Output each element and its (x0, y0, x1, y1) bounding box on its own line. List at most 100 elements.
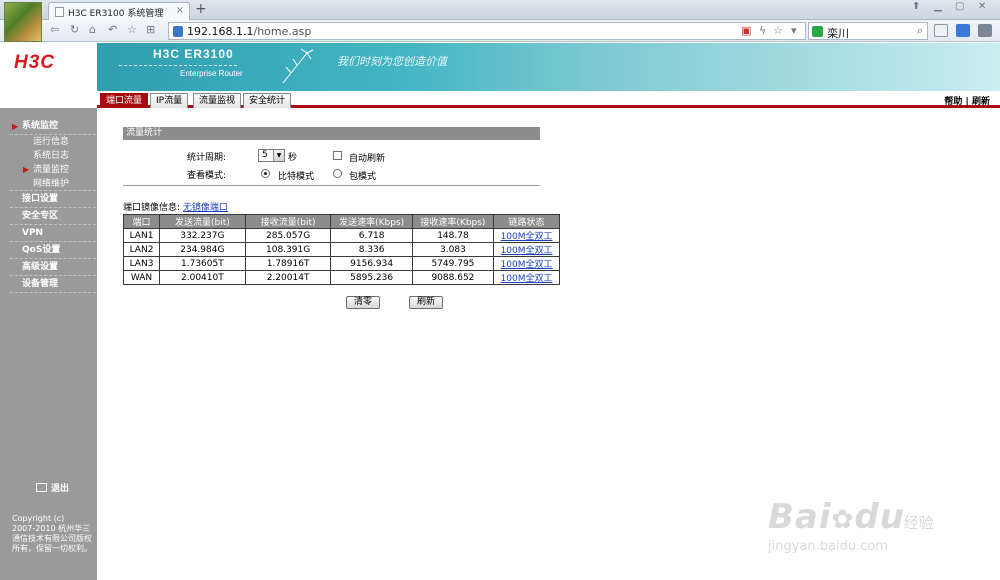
sidebar-item-system-monitor[interactable]: ▶ 系统监控 (10, 118, 96, 135)
tab-ip-traffic[interactable]: IP流量 (150, 93, 189, 108)
refresh-button[interactable]: 刷新 (409, 296, 443, 309)
cell-tx-rate: 8.336 (330, 242, 413, 257)
sidebar-item-interface-settings[interactable]: 接口设置 (10, 191, 96, 208)
sidebar-item-label: 设备管理 (22, 279, 59, 289)
browser-tab[interactable]: H3C ER3100 系统管理 × (48, 2, 190, 20)
product-model: H3C ER3100 (153, 47, 234, 61)
browser-avatar[interactable] (4, 2, 42, 42)
table-row: LAN2 234.984G 108.391G 8.336 3.083 100M全… (123, 242, 560, 257)
tab-traffic-monitor[interactable]: 流量监视 (193, 93, 242, 108)
link-status-link[interactable]: 100M全双工 (501, 274, 553, 284)
traffic-table: 端口 发送流量(bit) 接收流量(bit) 发送速率(Kbps) 接收速率(K… (123, 214, 560, 285)
sidebar: ▶ 系统监控 运行信息 系统日志 ▶ 流量监控 网络维护 接口设置 安全专区 V… (0, 108, 97, 580)
back-icon[interactable]: ⇦ (50, 23, 59, 36)
sidebar-item-label: QoS设置 (22, 245, 61, 255)
url-path: /home.asp (253, 25, 312, 38)
page-mode-icon[interactable]: ▣ (741, 24, 751, 37)
sidebar-subitem-label: 运行信息 (33, 137, 70, 147)
sidebar-subitem-system-log[interactable]: 系统日志 (10, 149, 96, 163)
tab-security-stats[interactable]: 安全统计 (243, 93, 292, 108)
banner-slogan: 我们时刻为您创造价值 (337, 55, 447, 68)
maximize-icon[interactable]: ▢ (955, 1, 964, 12)
baidu-jingyan-watermark: Bai✿du 经验 jingyan.baidu.com (768, 497, 934, 554)
address-bar[interactable]: 192.168.1.1/home.asp ▣ ϟ ☆ ▾ (168, 22, 806, 40)
auto-refresh-checkbox[interactable] (333, 151, 342, 160)
help-links: 帮助 | 刷新 (944, 94, 990, 107)
url-text[interactable]: 192.168.1.1/home.asp (187, 25, 311, 38)
paw-icon: ✿ (831, 505, 855, 535)
link-status-link[interactable]: 100M全双工 (501, 260, 553, 270)
edit-icon[interactable] (956, 24, 970, 37)
undo-icon[interactable]: ↶ (108, 23, 117, 36)
col-port: 端口 (123, 214, 160, 229)
dropdown-icon[interactable]: ▾ (791, 24, 797, 37)
chevron-down-icon: ▼ (273, 150, 284, 161)
sidebar-item-qos-settings[interactable]: QoS设置 (10, 242, 96, 259)
cell-rx-traffic: 2.20014T (244, 270, 332, 285)
sidebar-subitem-running-info[interactable]: 运行信息 (10, 135, 96, 149)
home-icon[interactable]: ⌂ (89, 23, 96, 36)
cell-tx-traffic: 1.73605T (159, 256, 246, 271)
cell-rx-traffic: 108.391G (244, 242, 332, 257)
sidebar-menu: ▶ 系统监控 运行信息 系统日志 ▶ 流量监控 网络维护 接口设置 安全专区 V… (10, 118, 96, 293)
mail-icon[interactable] (934, 24, 948, 37)
bit-mode-radio[interactable] (261, 169, 270, 178)
close-tab-icon[interactable]: × (176, 5, 184, 16)
period-unit: 秒 (288, 153, 298, 163)
clear-button[interactable]: 清零 (346, 296, 380, 309)
browser-tab-bar: H3C ER3100 系统管理 × + ⬆ ▁ ▢ ✕ (0, 0, 1000, 20)
sidebar-item-label: 高级设置 (22, 262, 59, 272)
refresh-link[interactable]: 刷新 (972, 97, 990, 107)
link-status-link[interactable]: 100M全双工 (501, 232, 553, 242)
close-window-icon[interactable]: ✕ (978, 1, 986, 12)
period-select[interactable]: 5 ▼ (258, 149, 285, 162)
mirror-link[interactable]: 无镜像端口 (183, 203, 228, 213)
tab-port-traffic[interactable]: 端口流量 (100, 93, 149, 108)
sidebar-item-device-management[interactable]: 设备管理 (10, 276, 96, 293)
col-rx-rate: 接收速率(Kbps) (411, 214, 495, 229)
sidebar-item-vpn[interactable]: VPN (10, 225, 96, 242)
sidebar-item-label: 安全专区 (22, 211, 59, 221)
cell-port: WAN (123, 270, 160, 285)
search-engine-icon[interactable] (812, 26, 823, 37)
col-rx-traffic: 接收流量(bit) (244, 214, 332, 229)
col-tx-traffic: 发送流量(bit) (159, 214, 246, 229)
logout-button[interactable]: 退出 (36, 481, 69, 494)
help-link[interactable]: 帮助 (944, 97, 962, 107)
sidebar-subitem-network-maintenance[interactable]: 网络维护 (10, 177, 96, 191)
cell-link-status: 100M全双工 (493, 242, 560, 257)
reload-icon[interactable]: ↻ (70, 23, 79, 36)
col-tx-rate: 发送速率(Kbps) (330, 214, 413, 229)
apps-icon[interactable]: ⊞ (146, 23, 155, 36)
cell-tx-traffic: 234.984G (159, 242, 246, 257)
copyright-text: Copyright (c) 2007-2010 杭州华三通信技术有限公司版权所有… (12, 514, 92, 553)
search-box[interactable]: 栾川 ⌕ (808, 22, 928, 40)
active-arrow-icon: ▶ (23, 165, 30, 174)
logout-label: 退出 (51, 484, 70, 494)
sidebar-subitem-traffic-monitor[interactable]: ▶ 流量监控 (10, 163, 96, 177)
search-icon[interactable]: ⌕ (917, 24, 923, 38)
cell-link-status: 100M全双工 (493, 228, 560, 243)
port-mirror-info: 端口镜像信息: 无镜像端口 (123, 200, 228, 213)
router-header: H3C H3C ER3100 Enterprise Router 我们时刻为您创… (0, 43, 1000, 91)
sidebar-item-advanced-settings[interactable]: 高级设置 (10, 259, 96, 276)
new-tab-button[interactable]: + (195, 1, 207, 17)
packet-mode-radio[interactable] (333, 169, 342, 178)
speed-icon[interactable]: ϟ (759, 24, 766, 37)
favorite-icon[interactable]: ☆ (127, 23, 137, 36)
cell-rx-rate: 9088.652 (411, 270, 495, 285)
module-tab-bar: 端口流量 IP流量 流量监视 安全统计 帮助 | 刷新 (97, 92, 1000, 108)
cell-link-status: 100M全双工 (493, 270, 560, 285)
sidebar-item-security-zone[interactable]: 安全专区 (10, 208, 96, 225)
cell-tx-rate: 6.718 (330, 228, 413, 243)
cell-rx-rate: 3.083 (411, 242, 495, 257)
bookmark-star-icon[interactable]: ☆ (773, 24, 783, 37)
cell-rx-rate: 148.78 (411, 228, 495, 243)
cell-rx-rate: 5749.795 (411, 256, 495, 271)
menu-icon[interactable] (978, 24, 992, 37)
minimize-icon[interactable]: ▁ (934, 1, 942, 12)
cell-tx-rate: 9156.934 (330, 256, 413, 271)
browser-menu-icon[interactable]: ⬆ (912, 1, 920, 12)
link-status-link[interactable]: 100M全双工 (501, 246, 553, 256)
table-row: WAN 2.00410T 2.20014T 5895.236 9088.652 … (123, 270, 560, 285)
